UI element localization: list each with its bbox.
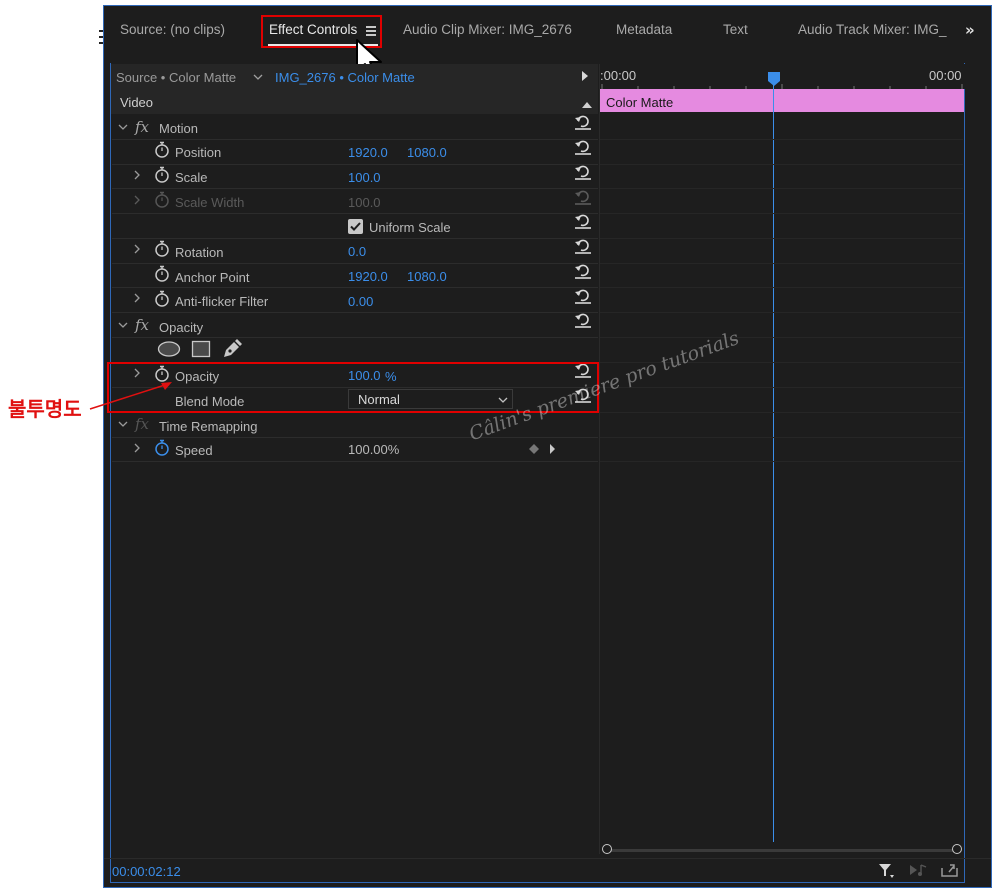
panel-edge-mark	[99, 42, 103, 44]
stopwatch-icon[interactable]	[154, 265, 170, 282]
annotation-label: 불투명도	[8, 397, 82, 421]
anchor-point-y-value[interactable]: 1080.0	[407, 269, 447, 284]
reset-icon[interactable]	[574, 165, 592, 181]
stopwatch-icon[interactable]	[154, 290, 170, 307]
fx-toggle-icon: fx	[135, 415, 150, 433]
video-header-label: Video	[120, 95, 154, 110]
tab-metadata[interactable]: Metadata	[616, 22, 672, 42]
rotation-value[interactable]: 0.0	[348, 244, 366, 259]
scale-width-value: 100.0	[348, 195, 381, 210]
footer-timecode[interactable]: 00:00:02:12	[112, 864, 181, 879]
show-timeline-arrow-icon[interactable]	[580, 69, 590, 87]
scroll-handle-left[interactable]	[602, 844, 612, 854]
play-audio-icon[interactable]	[908, 863, 928, 877]
playhead-icon[interactable]	[767, 71, 781, 87]
stopwatch-icon[interactable]	[154, 141, 170, 158]
stopwatch-icon[interactable]	[154, 439, 170, 456]
stopwatch-icon[interactable]	[154, 240, 170, 257]
opacity-effect-label: Opacity	[159, 320, 204, 335]
tab-source[interactable]: Source: (no clips)	[120, 22, 225, 42]
tabs-overflow-icon[interactable]: »	[965, 21, 975, 39]
position-label: Position	[175, 145, 222, 160]
speed-value[interactable]: 100.00%	[348, 442, 399, 457]
rectangle-mask-icon[interactable]	[191, 340, 211, 358]
scale-width-label: Scale Width	[175, 195, 245, 210]
motion-collapse-chevron-icon[interactable]	[117, 121, 129, 133]
stopwatch-icon	[155, 191, 169, 208]
timeline-scrollbar[interactable]	[607, 849, 957, 852]
time-remapping-collapse-chevron-icon[interactable]	[117, 418, 129, 430]
reset-icon[interactable]	[574, 115, 592, 131]
anti-flicker-label: Anti-flicker Filter	[175, 294, 269, 309]
anchor-point-x-value[interactable]: 1920.0	[348, 269, 388, 284]
tab-audio-clip-mixer[interactable]: Audio Clip Mixer: IMG_2676	[403, 22, 572, 42]
anti-flicker-value[interactable]: 0.00	[348, 294, 373, 309]
export-icon[interactable]	[940, 862, 960, 878]
tab-text[interactable]: Text	[723, 22, 748, 42]
rotation-label: Rotation	[175, 245, 224, 260]
clip-dropdown-chevron-icon[interactable]	[252, 71, 264, 83]
pen-mask-icon[interactable]	[221, 338, 243, 360]
fx-toggle-icon[interactable]: fx	[135, 316, 149, 334]
position-x-value[interactable]: 1920.0	[348, 145, 388, 160]
position-y-value[interactable]: 1080.0	[407, 145, 447, 160]
fx-toggle-icon[interactable]: fx	[135, 118, 149, 136]
speed-expand-chevron-icon[interactable]	[131, 442, 143, 454]
video-header	[111, 89, 598, 114]
filter-icon[interactable]	[878, 862, 894, 879]
anti-flicker-expand-chevron-icon[interactable]	[131, 292, 143, 304]
uniform-scale-checkbox[interactable]	[348, 219, 363, 234]
reset-icon	[575, 190, 591, 205]
scale-expand-chevron-icon[interactable]	[131, 169, 143, 181]
source-label: Source • Color Matte	[116, 70, 237, 85]
reset-icon[interactable]	[574, 313, 592, 329]
clip-selector[interactable]: IMG_2676 • Color Matte	[275, 70, 415, 85]
panel-content-border	[110, 63, 965, 883]
reset-icon[interactable]	[574, 264, 592, 280]
reset-icon[interactable]	[574, 289, 592, 305]
reset-icon[interactable]	[574, 140, 592, 156]
annotation-arrow-icon	[89, 382, 172, 410]
scroll-handle-right[interactable]	[952, 844, 962, 854]
opacity-collapse-chevron-icon[interactable]	[117, 319, 129, 331]
timeline-separator	[599, 64, 600, 854]
anchor-point-label: Anchor Point	[175, 270, 250, 285]
speed-label: Speed	[175, 443, 213, 458]
panel-edge-mark	[99, 30, 103, 32]
timeline-clip-label: Color Matte	[606, 95, 674, 110]
reset-icon[interactable]	[574, 239, 592, 255]
ellipse-mask-icon[interactable]	[157, 340, 181, 358]
scale-value[interactable]: 100.0	[348, 170, 381, 185]
uniform-scale-label: Uniform Scale	[369, 220, 451, 235]
motion-label: Motion	[159, 121, 199, 136]
collapse-up-icon[interactable]	[581, 97, 593, 115]
footer-bar	[104, 858, 991, 859]
reset-icon[interactable]	[574, 214, 592, 230]
scale-label: Scale	[175, 170, 208, 185]
scale-width-expand-chevron-icon	[131, 194, 143, 206]
time-remapping-label: Time Remapping	[159, 419, 258, 434]
rotation-expand-chevron-icon[interactable]	[131, 243, 143, 255]
tab-audio-track-mixer[interactable]: Audio Track Mixer: IMG_	[798, 22, 947, 42]
stopwatch-icon[interactable]	[154, 166, 170, 183]
keyframe-nav-icon[interactable]	[528, 442, 558, 456]
panel-edge-mark	[99, 36, 103, 38]
